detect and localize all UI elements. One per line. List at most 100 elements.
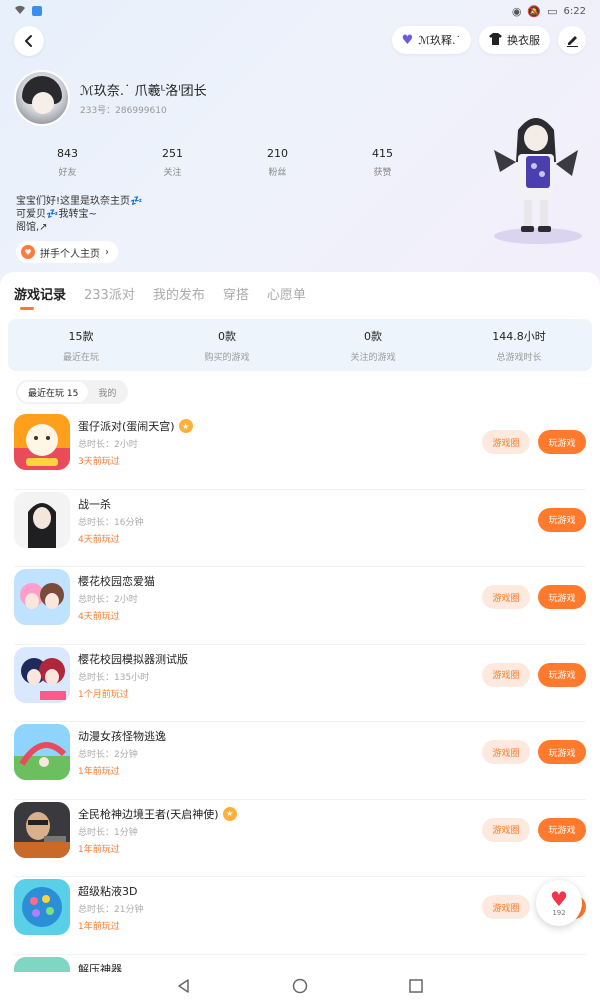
user-id: 233号：286999610: [80, 106, 167, 116]
chevron-left-icon: [25, 35, 32, 47]
tag-button[interactable]: ♥ ℳ玖释.˙: [391, 26, 471, 54]
game-title: 樱花校园模拟器测试版: [78, 652, 188, 666]
game-icon-anime-escape: [14, 724, 70, 780]
eye-icon: ◉: [511, 4, 522, 18]
stat-label: 好友: [58, 168, 77, 178]
game-row[interactable]: 动漫女孩怪物逃逸 总时长：2分钟 1年前玩过 游戏圈 玩游戏: [14, 722, 586, 800]
game-circle-button[interactable]: 游戏圈: [482, 895, 530, 919]
game-circle-button[interactable]: 游戏圈: [482, 817, 530, 842]
game-name: 超级粘液3D: [78, 883, 137, 899]
stat-label: 关注: [163, 168, 182, 178]
game-icon-portrait: [14, 491, 70, 548]
edit-button[interactable]: [558, 26, 586, 54]
game-duration: 总时长：2分钟: [78, 750, 138, 760]
game-row[interactable]: 战一杀 总时长：16分钟 4天前玩过 玩游戏: [14, 490, 586, 567]
game-filter: 最近在玩 15 我的: [16, 380, 129, 404]
stat-value: 415: [372, 147, 393, 160]
personal-page-button[interactable]: ♥ 拼手个人主页 ›: [16, 241, 118, 263]
play-game-button[interactable]: 玩游戏: [538, 740, 586, 764]
summary-total-time: 144.8小时 总游戏时长: [446, 328, 592, 363]
game-last-played: 4天前玩过: [78, 534, 120, 545]
play-game-button[interactable]: 玩游戏: [538, 585, 586, 609]
play-game-button[interactable]: 玩游戏: [538, 430, 586, 454]
tab-wishlist[interactable]: 心愿单: [267, 284, 306, 303]
battery-icon: ▭: [547, 4, 558, 18]
stat-following[interactable]: 251 关注: [120, 147, 225, 178]
outfit-label: 换衣服: [507, 34, 540, 47]
bio-line: 可爱贝💤我转宝~: [16, 209, 97, 220]
stat-value: 251: [162, 147, 183, 160]
game-row[interactable]: 蛋仔派对(蛋闹天宫) ★ 总时长：2小时 3天前玩过 游戏圈 玩游戏: [14, 412, 586, 490]
outfit-button[interactable]: 换衣服: [479, 26, 550, 54]
user-name: ℳ玖奈.˙ 爪羲ᴸ洛ᴵ团长: [80, 84, 207, 99]
game-duration: 总时长：135小时: [78, 672, 150, 683]
game-name: 动漫女孩怪物逃逸: [78, 728, 166, 744]
game-duration: 总时长：16分钟: [78, 517, 144, 528]
summary-value: 0款: [218, 329, 236, 343]
nav-recents-icon[interactable]: [408, 978, 424, 994]
play-game-button[interactable]: 玩游戏: [538, 662, 586, 687]
heart-icon: ♥: [550, 887, 568, 911]
tab-233-party[interactable]: 233派对: [84, 284, 135, 303]
summary-value: 15款: [68, 329, 94, 343]
back-button[interactable]: [14, 26, 44, 56]
like-count: 192: [552, 909, 566, 917]
game-last-played: 1个月前玩过: [78, 689, 129, 700]
nav-back-icon[interactable]: [176, 978, 192, 994]
game-last-played: 1年前玩过: [78, 767, 120, 777]
summary-followed: 0款 关注的游戏: [300, 328, 446, 363]
game-title: 战一杀: [78, 497, 111, 511]
summary-value: 144.8小时: [492, 329, 546, 343]
play-game-button[interactable]: 玩游戏: [538, 817, 586, 842]
game-row[interactable]: 全民枪神边境王者(天启神使) ★ 总时长：1分钟 1年前玩过 游戏圈 玩游戏: [14, 800, 586, 877]
stat-followers[interactable]: 210 粉丝: [225, 147, 330, 178]
tab-outfits[interactable]: 穿搭: [223, 284, 249, 303]
game-last-played: 1年前玩过: [78, 922, 120, 932]
stat-likes[interactable]: 415 获赞: [330, 147, 435, 178]
game-title: 全民枪神边境王者(天启神使): [78, 807, 219, 821]
tab-bar: 游戏记录 233派对 我的发布 穿搭 心愿单: [14, 284, 306, 303]
purple-heart-icon: ♥: [401, 32, 414, 48]
game-circle-button[interactable]: 游戏圈: [482, 740, 530, 764]
filter-bought[interactable]: 我的: [88, 382, 126, 402]
pen-icon: [567, 36, 578, 47]
avatar[interactable]: [14, 70, 70, 126]
bio: 宝宝们好!这里是玖奈主页💤 可爱贝💤我转宝~ 阁馆,↗: [16, 195, 142, 234]
stat-label: 获赞: [373, 168, 392, 178]
game-title: 动漫女孩怪物逃逸: [78, 730, 166, 743]
game-last-played: 1年前玩过: [78, 844, 120, 855]
game-name: 蛋仔派对(蛋闹天宫) ★: [78, 418, 193, 434]
personal-page-label: 拼手个人主页: [40, 248, 100, 260]
avatar-character[interactable]: [488, 110, 584, 250]
mute-icon: 🔕: [527, 4, 542, 18]
play-game-button[interactable]: 玩游戏: [538, 507, 586, 532]
game-summary: 15款 最近在玩 0款 购买的游戏 0款 关注的游戏 144.8小时 总游戏时长: [8, 319, 592, 371]
game-last-played: 3天前玩过: [78, 457, 120, 467]
game-icon-gun-god: [14, 801, 70, 858]
filter-recent[interactable]: 最近在玩 15: [18, 382, 89, 402]
game-circle-button[interactable]: 游戏圈: [482, 430, 530, 454]
stat-friends[interactable]: 843 好友: [15, 147, 120, 178]
summary-recent: 15款 最近在玩: [8, 328, 154, 363]
content-panel: 游戏记录 233派对 我的发布 穿搭 心愿单 15款 最近在玩 0款 购买的游戏…: [0, 272, 600, 1000]
shirt-icon: [489, 32, 502, 48]
game-duration: 总时长：2小时: [78, 440, 138, 450]
game-icon-eggy-party: [14, 414, 70, 470]
tab-my-posts[interactable]: 我的发布: [153, 284, 205, 303]
game-row[interactable]: 樱花校园模拟器测试版 总时长：135小时 1个月前玩过 游戏圈 玩游戏: [14, 645, 586, 722]
stat-label: 粉丝: [268, 168, 287, 178]
bio-line: 宝宝们好!这里是玖奈主页💤: [16, 196, 143, 207]
nav-home-icon[interactable]: [292, 978, 308, 994]
like-fab-button[interactable]: ♥ 192: [536, 880, 582, 926]
game-icon-sakura-simulator: [14, 646, 70, 703]
game-circle-button[interactable]: 游戏圈: [482, 662, 530, 687]
tag-label: ℳ玖释.˙: [418, 34, 461, 47]
game-circle-button[interactable]: 游戏圈: [482, 585, 530, 609]
game-row[interactable]: 超级粘液3D 总时长：21分钟 1年前玩过 游戏圈 玩游戏: [14, 877, 586, 955]
system-nav-bar: [0, 972, 600, 1000]
tab-game-records[interactable]: 游戏记录: [14, 284, 66, 303]
game-name: 樱花校园模拟器测试版: [78, 651, 188, 667]
summary-bought: 0款 购买的游戏: [154, 328, 300, 363]
game-row[interactable]: 樱花校园恋爱猫 总时长：2小时 4天前玩过 游戏圈 玩游戏: [14, 567, 586, 645]
game-last-played: 4天前玩过: [78, 612, 120, 622]
